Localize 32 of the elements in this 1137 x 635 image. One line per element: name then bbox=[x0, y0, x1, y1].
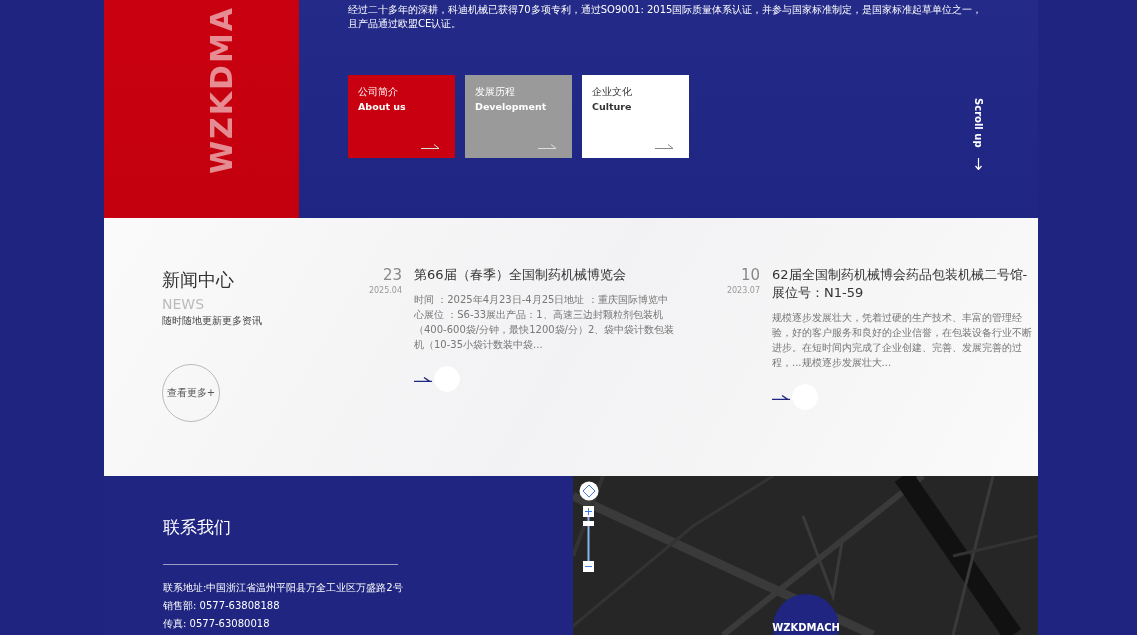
contact-title: 联系我们 bbox=[163, 516, 232, 539]
news-month: 2023.07 bbox=[725, 286, 760, 295]
card-title: 企业文化 bbox=[592, 85, 633, 99]
news-summary: 规模逐步发展壮大，凭着过硬的生产技术、丰富的管理经验，好的客户服务和良好的企业信誉，在包装设备行业不断进步。在短时间内完成了企业创建、完善、发展完善的过程，...规模逐步发展壮大... bbox=[772, 311, 1033, 370]
card-subtitle: Culture bbox=[592, 101, 633, 112]
down-arrow-icon[interactable] bbox=[974, 157, 982, 170]
contact-line: 传真: 0577-63080018 bbox=[163, 617, 271, 631]
card-title: 发展历程 bbox=[475, 85, 516, 99]
section-subtitle-en: NEWS bbox=[162, 296, 206, 312]
map-zoom-control[interactable] bbox=[579, 481, 601, 573]
map-placeholder[interactable]: WZKDMACH bbox=[573, 476, 1038, 635]
card-subtitle: About us bbox=[358, 101, 407, 112]
news-day: 23 bbox=[362, 266, 402, 284]
news-title[interactable]: 第66届（春季）全国制药机械博览会 bbox=[414, 266, 676, 284]
news-summary: 时间 ：2025年4月23日-4月25日地址 ：重庆国际博览中心展位 ：S6-33展出产品：1、高速三边封颗粒剂包装机（400-600袋/分钟，最快1200袋/分）2、袋中袋计数包装机（10-35小袋计数装中袋... bbox=[414, 293, 676, 352]
section-tagline: 随时随地更新更多资讯 bbox=[162, 314, 263, 328]
news-title[interactable]: 62届全国制药机械博会药品包装机械二号馆-展位号：N1-59 bbox=[772, 266, 1034, 302]
section-card[interactable]: 企业文化 Culture bbox=[582, 75, 689, 158]
arrow-icon bbox=[414, 376, 432, 382]
contact-line: 联系地址:中国浙江省温州平阳县万全工业区万盛路2号 bbox=[163, 581, 404, 595]
section-title: 新闻中心 bbox=[162, 268, 235, 292]
news-day: 10 bbox=[720, 266, 760, 284]
contact-line: 销售部: 0577-63808188 bbox=[163, 599, 281, 613]
card-subtitle: Development bbox=[475, 101, 548, 112]
brand-watermark-text: WZKDMA bbox=[205, 6, 239, 175]
scroll-up-label[interactable]: Scroll up bbox=[972, 98, 984, 148]
section-card[interactable]: 公司简介 About us bbox=[348, 75, 455, 158]
intro-text: 经过二十多年的深耕，科迪机械已获得70多项专利，通过SO9001: 2015国际质量体系认证，并参与国家标准制定，是国家标准起草单位之一，且产品通过欧盟CE认证。 bbox=[348, 3, 984, 31]
map-marker[interactable]: WZKDMACH bbox=[773, 594, 839, 635]
news-month: 2025.04 bbox=[367, 286, 402, 295]
arrow-icon bbox=[772, 394, 790, 400]
card-title: 公司简介 bbox=[358, 85, 399, 99]
